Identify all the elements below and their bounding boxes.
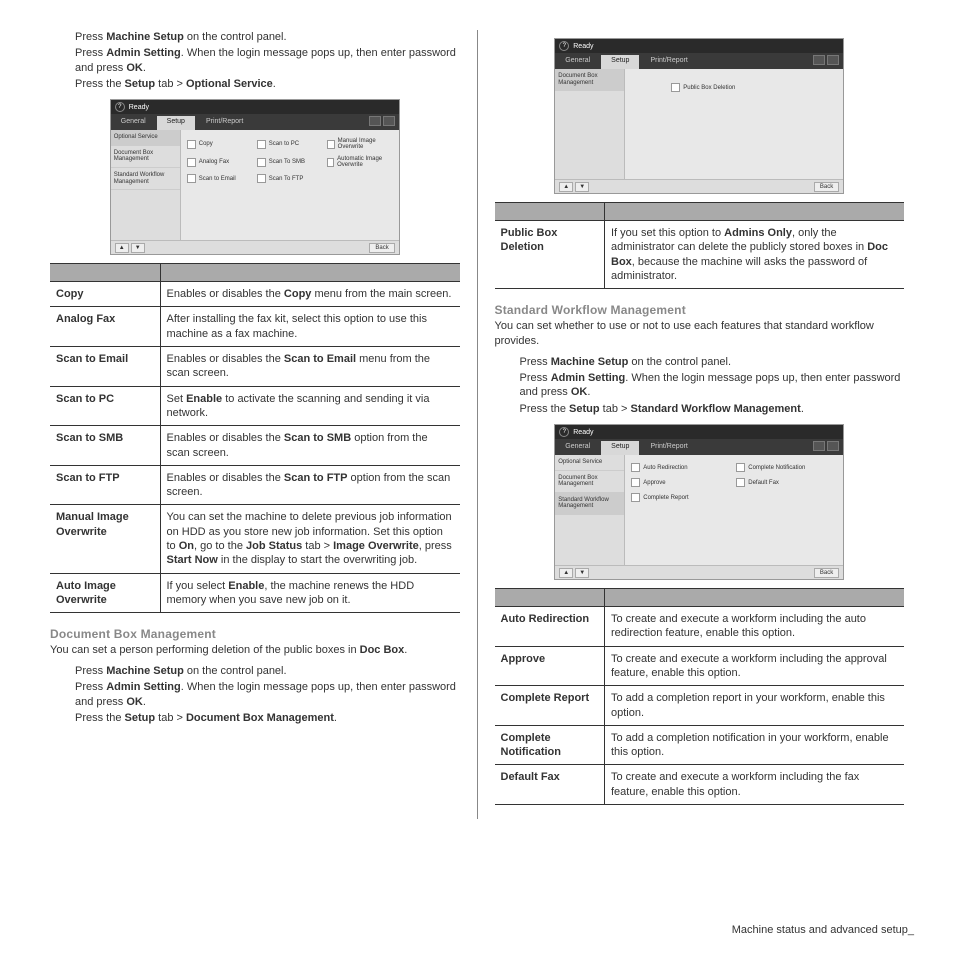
screenshot-doc-box: ?Ready General Setup Print/Report Docume… xyxy=(554,38,844,194)
step: Press Machine Setup on the control panel… xyxy=(495,355,905,369)
home-icon xyxy=(827,55,839,65)
step: Press Machine Setup on the control panel… xyxy=(50,664,460,678)
undo-icon xyxy=(813,55,825,65)
undo-icon xyxy=(813,441,825,451)
step: Press Admin Setting. When the login mess… xyxy=(495,371,905,400)
options-table: Public Box DeletionIf you set this optio… xyxy=(495,202,905,289)
section-heading: Standard Workflow Management xyxy=(495,303,905,317)
up-icon: ▲ xyxy=(559,568,573,578)
screenshot-workflow: ?Ready General Setup Print/Report Option… xyxy=(554,424,844,580)
help-icon: ? xyxy=(115,102,125,112)
up-icon: ▲ xyxy=(559,182,573,192)
up-icon: ▲ xyxy=(115,243,129,253)
home-icon xyxy=(383,116,395,126)
step: Press Admin Setting. When the login mess… xyxy=(50,46,460,75)
options-table: CopyEnables or disables the Copy menu fr… xyxy=(50,263,460,613)
step: Press the Setup tab > Standard Workflow … xyxy=(495,402,905,416)
page-footer: Machine status and advanced setup_ xyxy=(732,924,914,936)
screenshot-optional-service: ?Ready General Setup Print/Report Option… xyxy=(110,99,400,255)
down-icon: ▼ xyxy=(131,243,145,253)
step: Press Admin Setting. When the login mess… xyxy=(50,680,460,709)
down-icon: ▼ xyxy=(575,182,589,192)
options-table: Auto RedirectionTo create and execute a … xyxy=(495,588,905,805)
home-icon xyxy=(827,441,839,451)
section-heading: Document Box Management xyxy=(50,627,460,641)
help-icon: ? xyxy=(559,427,569,437)
section-intro: You can set a person performing deletion… xyxy=(50,643,460,658)
help-icon: ? xyxy=(559,41,569,51)
step: Press the Setup tab > Document Box Manag… xyxy=(50,711,460,725)
section-intro: You can set whether to use or not to use… xyxy=(495,319,905,349)
step: Press the Setup tab > Optional Service. xyxy=(50,77,460,91)
step: Press Machine Setup on the control panel… xyxy=(50,30,460,44)
down-icon: ▼ xyxy=(575,568,589,578)
undo-icon xyxy=(369,116,381,126)
